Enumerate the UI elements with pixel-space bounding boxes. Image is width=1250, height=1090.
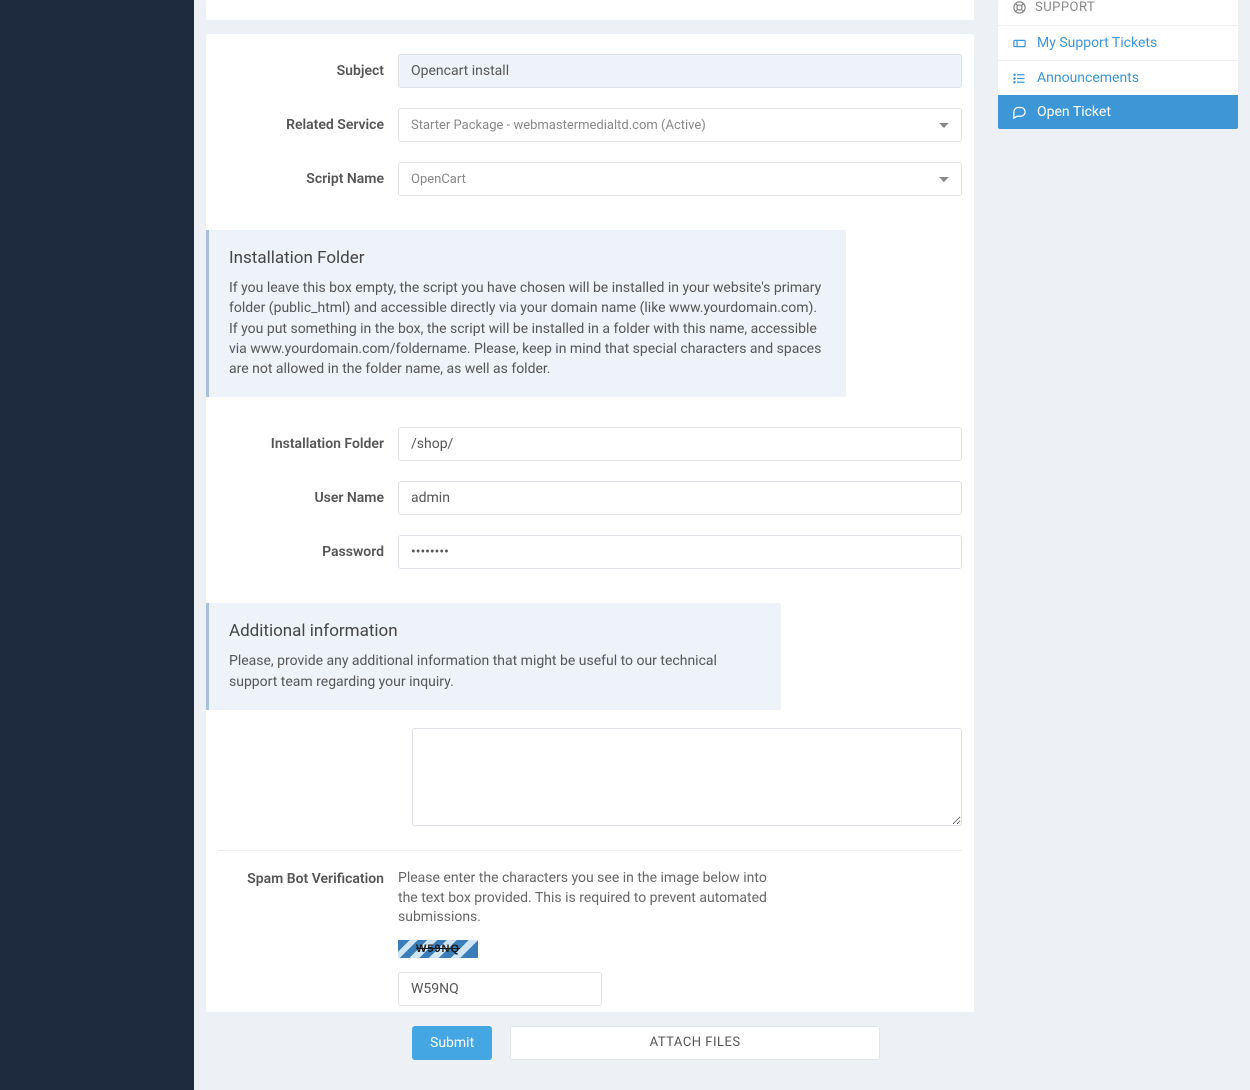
captcha-text: W59NQ bbox=[416, 943, 460, 955]
left-nav-rail bbox=[0, 0, 194, 1090]
top-card-spacer bbox=[206, 0, 974, 20]
subject-input[interactable] bbox=[398, 54, 962, 88]
related-service-label: Related Service bbox=[218, 117, 398, 133]
attach-files-button[interactable]: ATTACH FILES bbox=[510, 1026, 880, 1060]
script-name-label: Script Name bbox=[218, 171, 398, 187]
comments-icon bbox=[1012, 105, 1027, 120]
install-folder-label: Installation Folder bbox=[218, 436, 398, 452]
additional-info-textarea[interactable] bbox=[412, 728, 962, 826]
life-ring-icon bbox=[1012, 0, 1027, 15]
captcha-input[interactable] bbox=[398, 972, 602, 1006]
additional-info-text: Please, provide any additional informati… bbox=[229, 651, 761, 692]
support-sidebar-header: SUPPORT bbox=[998, 0, 1238, 25]
spam-verification-label: Spam Bot Verification bbox=[218, 869, 398, 887]
password-input[interactable] bbox=[398, 535, 962, 569]
install-info-title: Installation Folder bbox=[229, 248, 826, 268]
subject-label: Subject bbox=[218, 63, 398, 79]
list-icon bbox=[1012, 71, 1027, 86]
support-sidebar: SUPPORT My Support Tickets Announcements… bbox=[998, 0, 1238, 129]
script-name-select[interactable]: OpenCart bbox=[398, 162, 962, 196]
additional-info-title: Additional information bbox=[229, 621, 761, 641]
username-label: User Name bbox=[218, 490, 398, 506]
submit-button[interactable]: Submit bbox=[412, 1026, 492, 1060]
support-sidebar-title: SUPPORT bbox=[1035, 0, 1095, 15]
related-service-select[interactable]: Starter Package - webmastermedialtd.com … bbox=[398, 108, 962, 142]
additional-info-block: Additional information Please, provide a… bbox=[206, 603, 781, 710]
password-label: Password bbox=[218, 544, 398, 560]
username-input[interactable] bbox=[398, 481, 962, 515]
sidebar-item-my-tickets[interactable]: My Support Tickets bbox=[998, 25, 1238, 60]
sidebar-item-label: Open Ticket bbox=[1037, 104, 1111, 120]
captcha-image: W59NQ bbox=[398, 940, 478, 958]
ticket-icon bbox=[1012, 36, 1027, 51]
install-folder-info: Installation Folder If you leave this bo… bbox=[206, 230, 846, 397]
sidebar-item-open-ticket[interactable]: Open Ticket bbox=[998, 95, 1238, 129]
spam-verification-help: Please enter the characters you see in t… bbox=[398, 869, 768, 928]
sidebar-item-label: My Support Tickets bbox=[1037, 35, 1157, 51]
sidebar-item-announcements[interactable]: Announcements bbox=[998, 60, 1238, 95]
install-folder-input[interactable] bbox=[398, 427, 962, 461]
install-info-text: If you leave this box empty, the script … bbox=[229, 278, 826, 379]
sidebar-item-label: Announcements bbox=[1037, 70, 1139, 86]
